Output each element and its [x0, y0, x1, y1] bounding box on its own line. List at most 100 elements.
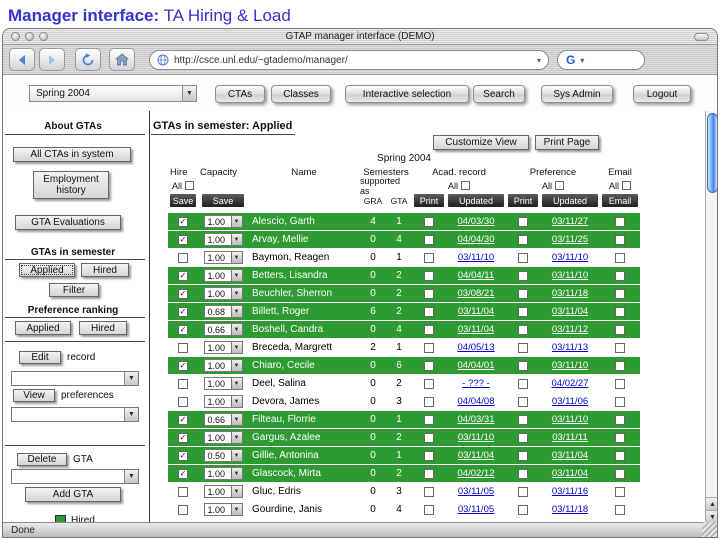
acad-updated-link[interactable]: 04/04/30 — [458, 234, 495, 245]
acad-updated-link[interactable]: 04/03/30 — [458, 216, 495, 227]
google-dropdown-icon[interactable]: ▾ — [580, 56, 584, 65]
pref-print-checkbox[interactable] — [518, 378, 528, 389]
url-dropdown-icon[interactable]: ▾ — [537, 56, 541, 65]
acad-print-checkbox[interactable] — [424, 378, 434, 389]
email-header-button[interactable]: Email — [602, 194, 638, 207]
pref-print-checkbox[interactable] — [518, 414, 528, 425]
applied-button[interactable]: Applied — [19, 263, 75, 277]
pref-print-checkbox[interactable] — [518, 504, 528, 515]
filter-button[interactable]: Filter — [49, 283, 99, 297]
select-all-pref-checkbox[interactable] — [555, 181, 564, 190]
capacity-select[interactable]: 1.00 ▼ — [203, 251, 243, 264]
acad-updated-link[interactable]: 04/02/12 — [458, 468, 495, 479]
pref-print-checkbox[interactable] — [518, 468, 528, 479]
select-all-email-checkbox[interactable] — [622, 181, 631, 190]
delete-button[interactable]: Delete — [17, 453, 67, 466]
acad-print-checkbox[interactable] — [424, 504, 434, 515]
email-checkbox[interactable] — [615, 396, 625, 407]
hire-checkbox[interactable] — [178, 378, 188, 389]
pref-print-checkbox[interactable] — [518, 396, 528, 407]
resize-grip[interactable] — [702, 522, 717, 537]
delete-gta-select[interactable]: ▼ — [11, 469, 139, 484]
email-checkbox[interactable] — [615, 450, 625, 461]
print-page-button[interactable]: Print Page — [535, 135, 599, 150]
hire-checkbox[interactable]: ✓ — [178, 360, 188, 371]
hire-checkbox[interactable]: ✓ — [178, 216, 188, 227]
forward-button[interactable] — [39, 48, 65, 71]
capacity-select[interactable]: 1.00 ▼ — [203, 503, 243, 516]
acad-print-checkbox[interactable] — [424, 342, 434, 353]
hire-checkbox[interactable] — [178, 504, 188, 515]
acad-updated-link[interactable]: 03/08/21 — [458, 288, 495, 299]
email-checkbox[interactable] — [615, 288, 625, 299]
acad-print-checkbox[interactable] — [424, 450, 434, 461]
capacity-select[interactable]: 1.00 ▼ — [203, 467, 243, 480]
acad-print-checkbox[interactable] — [424, 252, 434, 263]
acad-print-checkbox[interactable] — [424, 306, 434, 317]
acad-updated-link[interactable]: 04/04/11 — [458, 270, 494, 281]
pref-print-checkbox[interactable] — [518, 432, 528, 443]
toolbar-toggle-button[interactable] — [694, 33, 709, 41]
capacity-select[interactable]: 1.00 ▼ — [203, 485, 243, 498]
address-bar[interactable]: http://csce.unl.edu/~gtademo/manager/ ▾ — [149, 50, 549, 70]
pref-updated-link[interactable]: 03/11/27 — [552, 216, 588, 227]
hire-checkbox[interactable]: ✓ — [178, 468, 188, 479]
acad-print-checkbox[interactable] — [424, 216, 434, 227]
acad-updated-link[interactable]: 03/11/05 — [458, 486, 494, 497]
capacity-select[interactable]: 1.00 ▼ — [203, 395, 243, 408]
scrollbar-thumb[interactable] — [707, 113, 717, 193]
hire-checkbox[interactable]: ✓ — [178, 234, 188, 245]
capacity-select[interactable]: 1.00 ▼ — [203, 269, 243, 282]
capacity-select[interactable]: 1.00 ▼ — [203, 341, 243, 354]
acad-updated-link[interactable]: 03/11/05 — [458, 504, 494, 515]
capacity-select[interactable]: 0.66 ▼ — [203, 413, 243, 426]
acad-updated-link[interactable]: - ??? - — [462, 378, 489, 389]
hire-checkbox[interactable]: ✓ — [178, 306, 188, 317]
pref-updated-header-button[interactable]: Updated — [542, 194, 598, 207]
acad-updated-link[interactable]: 03/11/10 — [458, 432, 494, 443]
acad-updated-link[interactable]: 03/11/04 — [458, 324, 494, 335]
email-checkbox[interactable] — [615, 234, 625, 245]
nav-button-classes[interactable]: Classes — [271, 85, 331, 103]
hired-button[interactable]: Hired — [81, 263, 129, 277]
hire-checkbox[interactable]: ✓ — [178, 324, 188, 335]
pref-print-checkbox[interactable] — [518, 360, 528, 371]
save-capacity-button[interactable]: Save — [202, 194, 244, 207]
acad-updated-link[interactable]: 03/11/04 — [458, 306, 494, 317]
pref-print-checkbox[interactable] — [518, 324, 528, 335]
pref-updated-link[interactable]: 03/11/10 — [552, 414, 588, 425]
email-checkbox[interactable] — [615, 270, 625, 281]
customize-view-button[interactable]: Customize View — [433, 135, 529, 150]
capacity-select[interactable]: 1.00 ▼ — [203, 377, 243, 390]
pref-updated-link[interactable]: 03/11/13 — [552, 342, 588, 353]
preference-hired-button[interactable]: Hired — [79, 321, 127, 335]
pref-print-checkbox[interactable] — [518, 216, 528, 227]
email-checkbox[interactable] — [615, 306, 625, 317]
email-checkbox[interactable] — [615, 252, 625, 263]
capacity-select[interactable]: 1.00 ▼ — [203, 215, 243, 228]
hire-checkbox[interactable] — [178, 252, 188, 263]
save-hire-button[interactable]: Save — [170, 194, 196, 207]
hire-checkbox[interactable]: ✓ — [178, 450, 188, 461]
email-checkbox[interactable] — [615, 378, 625, 389]
all-ctas-button[interactable]: All CTAs in system — [13, 147, 131, 162]
pref-updated-link[interactable]: 03/11/10 — [552, 252, 588, 263]
back-button[interactable] — [9, 48, 35, 71]
edit-button[interactable]: Edit — [19, 351, 61, 364]
semester-select[interactable]: Spring 2004 ▼ — [29, 85, 197, 102]
gta-evaluations-button[interactable]: GTA Evaluations — [15, 215, 121, 230]
hire-checkbox[interactable] — [178, 342, 188, 353]
scroll-up-button[interactable]: ▲ — [706, 497, 717, 510]
acad-print-checkbox[interactable] — [424, 288, 434, 299]
pref-updated-link[interactable]: 03/11/16 — [552, 486, 588, 497]
acad-print-checkbox[interactable] — [424, 360, 434, 371]
nav-button-logout[interactable]: Logout — [633, 85, 691, 103]
view-button[interactable]: View — [13, 389, 55, 402]
nav-button-search[interactable]: Search — [473, 85, 525, 103]
pref-updated-link[interactable]: 03/11/18 — [552, 504, 588, 515]
pref-print-checkbox[interactable] — [518, 288, 528, 299]
capacity-select[interactable]: 0.68 ▼ — [203, 305, 243, 318]
pref-updated-link[interactable]: 04/02/27 — [552, 378, 589, 389]
refresh-button[interactable] — [75, 48, 101, 71]
email-checkbox[interactable] — [615, 504, 625, 515]
